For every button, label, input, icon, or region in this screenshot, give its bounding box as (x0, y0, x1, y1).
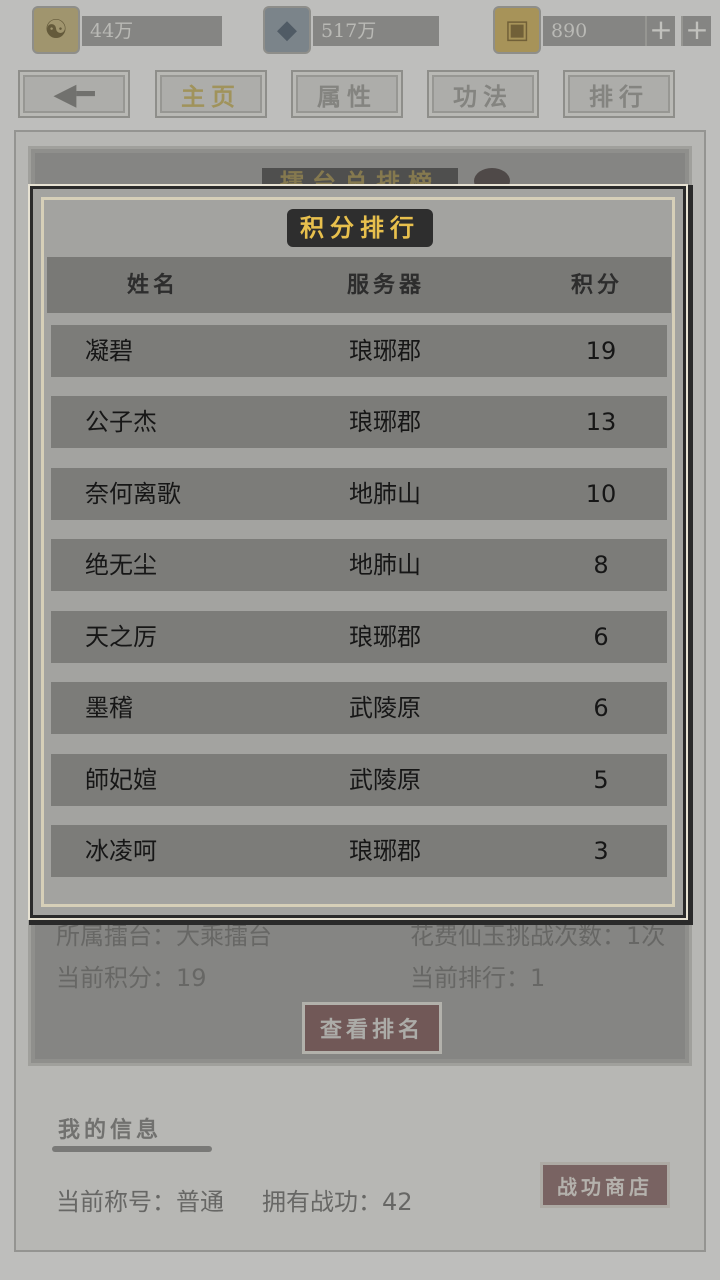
player-server: 琅琊郡 (349, 837, 421, 865)
player-score: 3 (593, 837, 609, 865)
header-server: 服务器 (347, 272, 426, 298)
header-score: 积分 (570, 272, 623, 298)
dialog-title: 积分排行 (287, 209, 433, 247)
table-row[interactable]: 凝碧 琅琊郡 19 (51, 325, 667, 377)
ranking-table-header: 姓名 服务器 积分 (47, 257, 671, 313)
player-server: 武陵原 (349, 694, 421, 722)
table-row[interactable]: 绝无尘 地肺山 8 (51, 539, 667, 591)
table-row[interactable]: 師妃媗 武陵原 5 (51, 754, 667, 806)
table-row[interactable]: 公子杰 琅琊郡 13 (51, 396, 667, 448)
player-name: 冰凌呵 (85, 837, 157, 865)
player-score: 8 (593, 551, 609, 579)
player-name: 绝无尘 (85, 551, 157, 579)
player-score: 10 (585, 480, 617, 508)
player-score: 6 (593, 623, 609, 651)
table-row[interactable]: 奈何离歌 地肺山 10 (51, 468, 667, 520)
player-score: 6 (593, 694, 609, 722)
corner-ornament-icon (645, 877, 675, 907)
player-name: 師妃媗 (85, 766, 157, 794)
corner-ornament-icon (645, 197, 675, 227)
table-row[interactable]: 墨稽 武陵原 6 (51, 682, 667, 734)
table-row[interactable]: 天之厉 琅琊郡 6 (51, 611, 667, 663)
player-server: 琅琊郡 (349, 623, 421, 651)
player-name: 公子杰 (85, 408, 157, 436)
player-server: 琅琊郡 (349, 408, 421, 436)
player-server: 琅琊郡 (349, 337, 421, 365)
player-server: 地肺山 (349, 480, 421, 508)
corner-ornament-icon (41, 197, 71, 227)
player-score: 5 (593, 766, 609, 794)
player-name: 凝碧 (85, 337, 133, 365)
corner-ornament-icon (41, 877, 71, 907)
player-score: 13 (585, 408, 617, 436)
player-name: 天之厉 (85, 623, 157, 651)
player-score: 19 (585, 337, 617, 365)
player-name: 奈何离歌 (85, 480, 181, 508)
header-name: 姓名 (127, 272, 180, 298)
ranking-dialog: 积分排行 姓名 服务器 积分 凝碧 琅琊郡 19 公子杰 琅琊郡 13 奈何离歌… (30, 186, 686, 918)
player-server: 武陵原 (349, 766, 421, 794)
player-server: 地肺山 (349, 551, 421, 579)
player-name: 墨稽 (85, 694, 133, 722)
table-row[interactable]: 冰凌呵 琅琊郡 3 (51, 825, 667, 877)
